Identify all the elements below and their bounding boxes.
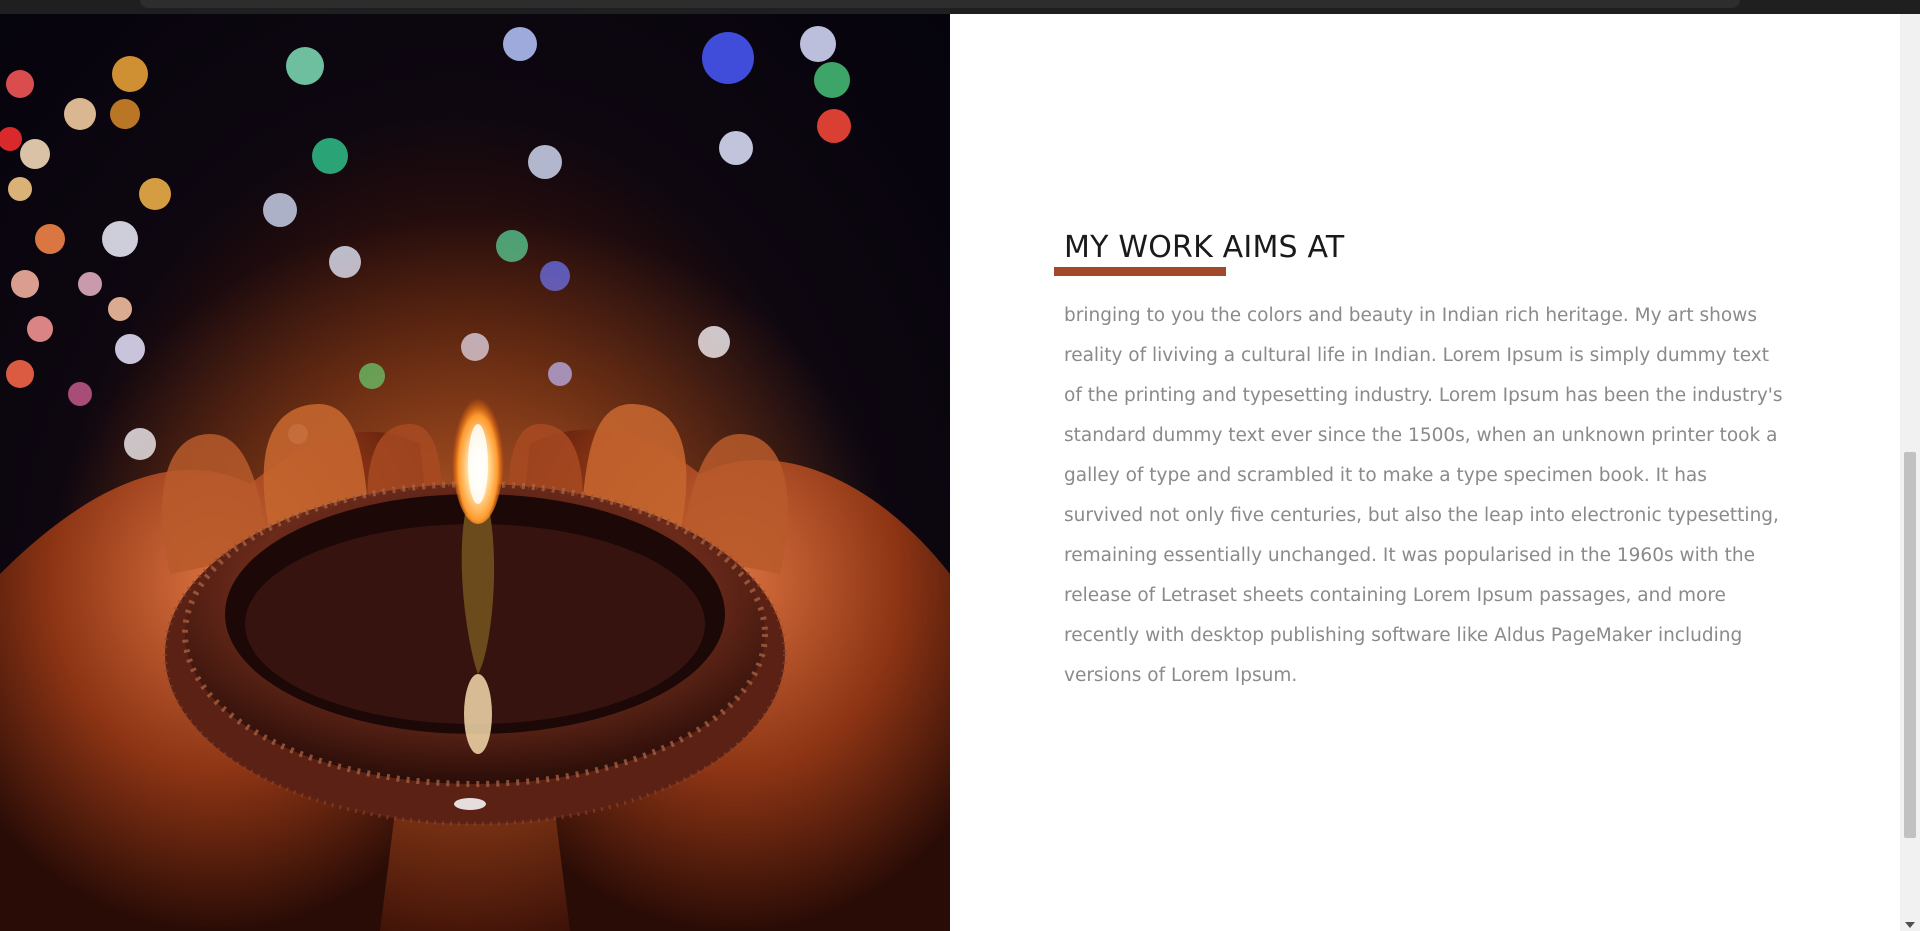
heading-accent-bar [1054,267,1226,276]
about-section: MY WORK AIMS AT bringing to you the colo… [950,14,1900,931]
browser-address-strip [140,0,1740,8]
section-body-text: bringing to you the colors and beauty in… [1064,305,1783,686]
diya-lamp-photo [0,14,950,931]
scroll-down-arrow-icon[interactable] [1905,922,1915,928]
section-heading-wrap: MY WORK AIMS AT [1054,230,1345,276]
browser-top-bar [0,0,1920,14]
diya-lamp-photo-icon [0,26,950,931]
scrollbar-thumb[interactable] [1904,452,1916,838]
section-heading: MY WORK AIMS AT [1064,230,1345,265]
page-scrollbar[interactable] [1900,14,1920,931]
